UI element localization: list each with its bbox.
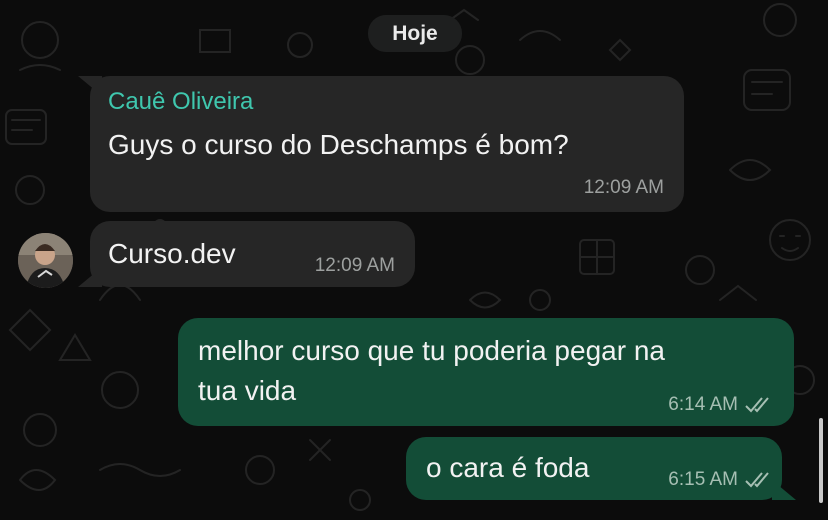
double-check-icon — [745, 472, 769, 488]
bubble-tail — [772, 480, 796, 500]
message-text-line-1: melhor curso que tu poderia pegar na — [198, 335, 665, 366]
scrollbar[interactable] — [819, 418, 823, 503]
message-bubble-outgoing[interactable]: melhor curso que tu poderia pegar na tua… — [178, 318, 794, 426]
message-time: 6:14 AM — [668, 394, 738, 415]
avatar[interactable] — [18, 233, 73, 288]
bubble-tail — [78, 267, 102, 287]
avatar-photo — [18, 233, 73, 288]
message-text: Curso.dev — [108, 238, 236, 269]
chat-view: Hoje Cauê Oliveira Guys o curso do Desch… — [0, 0, 828, 520]
message-bubble-incoming[interactable]: Cauê Oliveira Guys o curso do Deschamps … — [78, 76, 684, 212]
bubble-tail — [78, 76, 102, 96]
message-time: 6:15 AM — [668, 469, 738, 490]
sender-name[interactable]: Cauê Oliveira — [108, 88, 253, 116]
message-text: o cara é foda — [426, 452, 590, 483]
message-bubble-outgoing[interactable]: o cara é foda 6:15 AM — [406, 437, 796, 500]
double-check-icon — [745, 397, 769, 413]
message-text-line-2: tua vida — [198, 375, 297, 406]
date-chip: Hoje — [368, 15, 462, 52]
message-bubble-incoming[interactable]: Curso.dev 12:09 AM — [78, 221, 415, 287]
message-text: Guys o curso do Deschamps é bom? — [108, 129, 569, 160]
message-time: 12:09 AM — [583, 177, 664, 198]
message-time: 12:09 AM — [314, 255, 395, 276]
